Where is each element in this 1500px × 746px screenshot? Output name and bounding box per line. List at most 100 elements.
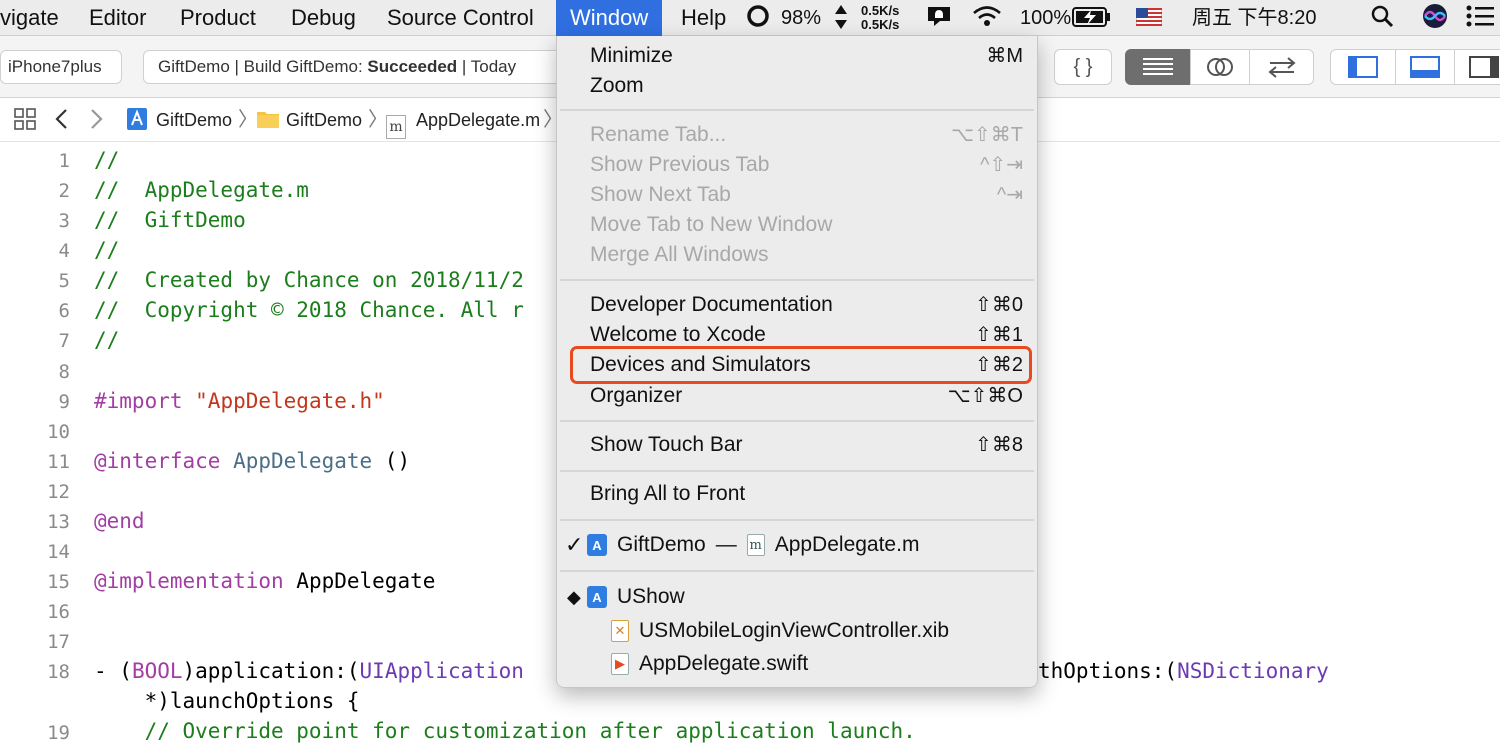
- code-line: // Copyright © 2018 Chance. All r: [94, 298, 524, 322]
- input-source-flag-icon[interactable]: [1135, 0, 1163, 36]
- notification-center-icon[interactable]: [1466, 0, 1494, 36]
- battery-ring-icon[interactable]: [746, 0, 770, 36]
- menu-item-shortcut: ⇧⌘8: [975, 434, 1023, 456]
- status-suffix: | Today: [457, 57, 517, 76]
- right-panel-icon: [1469, 56, 1499, 78]
- menu-item-label: Organizer: [590, 384, 683, 407]
- code-line: // GiftDemo: [94, 208, 246, 232]
- menu-item-show-touch-bar[interactable]: Show Touch Bar ⇧⌘8: [557, 430, 1037, 460]
- device-selector[interactable]: iPhone7plus: [0, 50, 122, 84]
- library-button[interactable]: { }: [1054, 49, 1112, 85]
- breadcrumb-separator-icon: 〉: [238, 109, 258, 131]
- code-text: AppDelegate: [296, 569, 436, 593]
- line-number: 3: [58, 210, 70, 232]
- project-file-icon: [126, 98, 148, 142]
- battery-charging-icon[interactable]: [1072, 0, 1112, 36]
- window-project-name: UShow: [617, 585, 685, 608]
- clock[interactable]: 周五 下午8:20: [1192, 0, 1316, 36]
- code-text: - (: [94, 659, 132, 683]
- menu-item-label: Rename Tab...: [590, 123, 727, 146]
- objc-file-icon: m: [386, 98, 406, 142]
- menu-item-label: Move Tab to New Window: [590, 213, 833, 236]
- line-number: 6: [58, 300, 70, 322]
- menu-source-control[interactable]: Source Control: [387, 0, 534, 36]
- diamond-icon: ◆: [567, 586, 581, 607]
- siri-icon[interactable]: [1421, 0, 1449, 36]
- code-line: *)launchOptions {: [94, 689, 360, 713]
- menu-item-shortcut: ^⇥: [996, 184, 1023, 206]
- menu-separator: [560, 470, 1034, 472]
- menu-bar: vigate Editor Product Debug Source Contr…: [0, 0, 1500, 36]
- toggle-inspector-button[interactable]: [1454, 49, 1500, 85]
- menu-item-window-xib[interactable]: ✕ USMobileLoginViewController.xib: [611, 614, 949, 648]
- breadcrumb-project[interactable]: GiftDemo: [156, 98, 232, 142]
- line-number: 11: [47, 451, 70, 473]
- line-number: 13: [47, 511, 70, 533]
- menu-item-bring-all-to-front[interactable]: Bring All to Front: [557, 479, 1037, 509]
- window-file-name: USMobileLoginViewController.xib: [639, 619, 950, 642]
- bottom-panel-icon: [1410, 56, 1440, 78]
- menu-help[interactable]: Help: [681, 0, 726, 36]
- braces-icon: { }: [1073, 55, 1093, 78]
- breadcrumb-file[interactable]: AppDelegate.m: [416, 98, 540, 142]
- swift-file-icon: ▶: [611, 653, 629, 675]
- battery-status-percent: 100%: [1020, 7, 1072, 29]
- menu-item-shortcut: ^⇧⇥: [980, 154, 1023, 176]
- menu-item-minimize[interactable]: Minimize ⌘M: [557, 41, 1037, 71]
- network-download-speed: 0.5K/s: [861, 17, 900, 32]
- line-number: 17: [47, 631, 70, 653]
- toggle-navigator-button[interactable]: [1330, 49, 1396, 85]
- breadcrumb-group[interactable]: GiftDemo: [286, 98, 362, 142]
- line-number: 18: [47, 661, 70, 683]
- menu-item-shortcut: ⌘M: [986, 45, 1023, 67]
- toggle-debug-area-button[interactable]: [1395, 49, 1455, 85]
- related-items-grid-icon[interactable]: [14, 98, 36, 142]
- interface-keyword: @interface: [94, 449, 234, 473]
- window-file-name: AppDelegate.m: [774, 533, 920, 556]
- menu-debug[interactable]: Debug: [291, 0, 356, 36]
- menu-separator: [560, 279, 1034, 281]
- menu-window[interactable]: Window: [556, 0, 663, 36]
- menu-item-label: Zoom: [590, 74, 644, 97]
- lines-icon: [1143, 58, 1173, 75]
- forward-chevron-icon[interactable]: [90, 98, 104, 142]
- menu-item-window-ushow[interactable]: ◆ A UShow: [567, 580, 685, 614]
- device-name: iPhone7plus: [8, 57, 102, 76]
- back-chevron-icon[interactable]: [54, 98, 68, 142]
- line-number: 19: [47, 722, 70, 744]
- menu-item-zoom[interactable]: Zoom: [557, 71, 1037, 101]
- menu-item-show-previous-tab: Show Previous Tab ^⇧⇥: [557, 150, 1037, 180]
- window-title-dash: —: [715, 533, 737, 556]
- line-number: 8: [58, 361, 70, 383]
- menu-separator: [560, 109, 1034, 111]
- network-upload-speed: 0.5K/s: [861, 3, 900, 18]
- menu-item-window-swift[interactable]: ▶ AppDelegate.swift: [611, 647, 808, 681]
- menu-product[interactable]: Product: [180, 0, 256, 36]
- menu-item-developer-documentation[interactable]: Developer Documentation ⇧⌘0: [557, 290, 1037, 320]
- version-editor-button[interactable]: [1249, 49, 1314, 85]
- code-line: // AppDelegate.m: [94, 178, 309, 202]
- objc-file-icon: m: [746, 534, 765, 556]
- menu-item-shortcut: ⌥⇧⌘O: [947, 385, 1023, 407]
- spotlight-search-icon[interactable]: [1370, 0, 1394, 36]
- window-project-name: GiftDemo: [617, 533, 706, 556]
- line-number: 1: [58, 150, 70, 172]
- line-number: 16: [47, 601, 70, 623]
- notification-icon[interactable]: [926, 0, 952, 36]
- wifi-icon[interactable]: [972, 0, 1002, 36]
- menu-item-label: Bring All to Front: [590, 482, 746, 505]
- assistant-editor-button[interactable]: [1190, 49, 1250, 85]
- menu-item-organizer[interactable]: Organizer ⌥⇧⌘O: [557, 381, 1037, 411]
- menu-editor[interactable]: Editor: [89, 0, 146, 36]
- uiapplication-type: UIApplication: [359, 659, 524, 683]
- xcode-project-icon: A: [587, 586, 607, 608]
- menu-item-shortcut: ⌥⇧⌘T: [950, 124, 1023, 146]
- menu-navigate[interactable]: vigate: [0, 0, 59, 36]
- breadcrumb-separator-icon: 〉: [368, 109, 388, 131]
- code-line: @end: [94, 509, 145, 533]
- code-line: #import "AppDelegate.h": [94, 389, 385, 413]
- menu-item-window-giftdemo[interactable]: ✓ A GiftDemo — m AppDelegate.m: [565, 528, 919, 562]
- standard-editor-button[interactable]: [1125, 49, 1191, 85]
- code-text: (): [372, 449, 411, 473]
- status-prefix: GiftDemo | Build GiftDemo:: [158, 57, 368, 76]
